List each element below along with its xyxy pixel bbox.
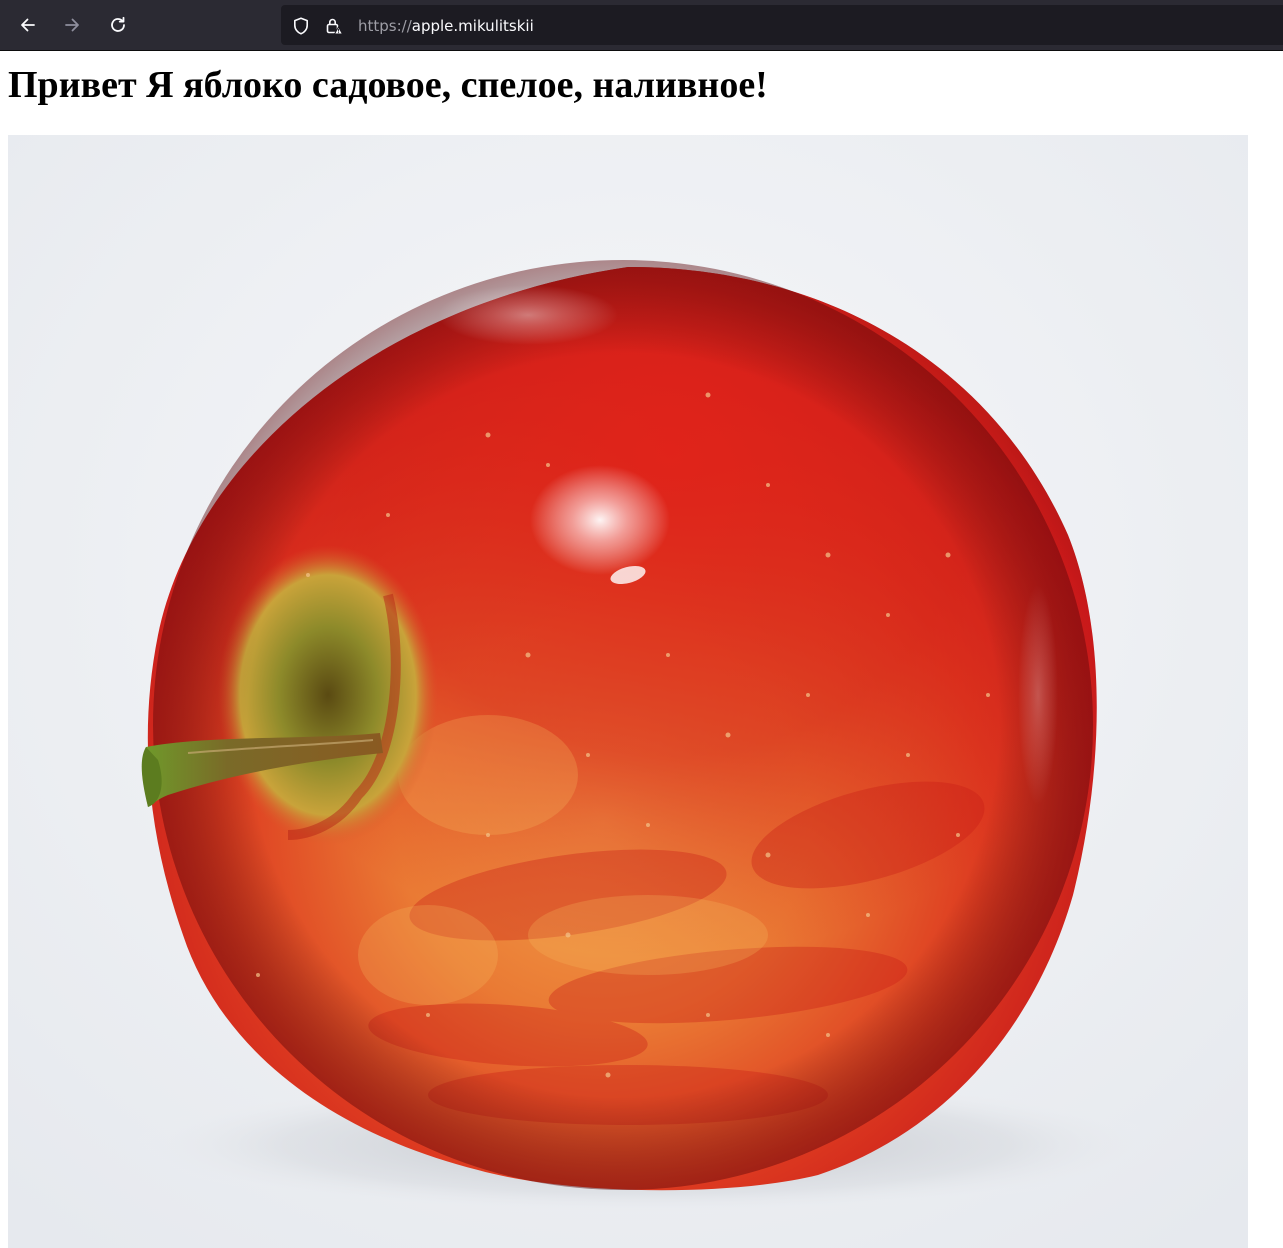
url-scheme: https:// [358,17,412,35]
insecure-lock-icon[interactable] [323,15,345,37]
browser-toolbar: https://apple.mikulitskii [0,0,1283,51]
url-text[interactable]: https://apple.mikulitskii [358,16,534,36]
apple-image [8,135,1248,1248]
address-bar[interactable]: https://apple.mikulitskii [281,5,1283,45]
arrow-right-icon [65,18,79,32]
back-button[interactable] [11,8,45,42]
arrow-left-icon [21,18,35,32]
reload-icon [111,16,125,32]
page-heading: Привет Я яблоко садовое, спелое, наливно… [8,64,768,106]
red-apple-photo [8,135,1248,1248]
forward-button[interactable] [55,8,89,42]
url-host: apple.mikulitskii [411,17,534,35]
reload-button[interactable] [101,8,135,42]
shield-icon[interactable] [290,15,312,37]
